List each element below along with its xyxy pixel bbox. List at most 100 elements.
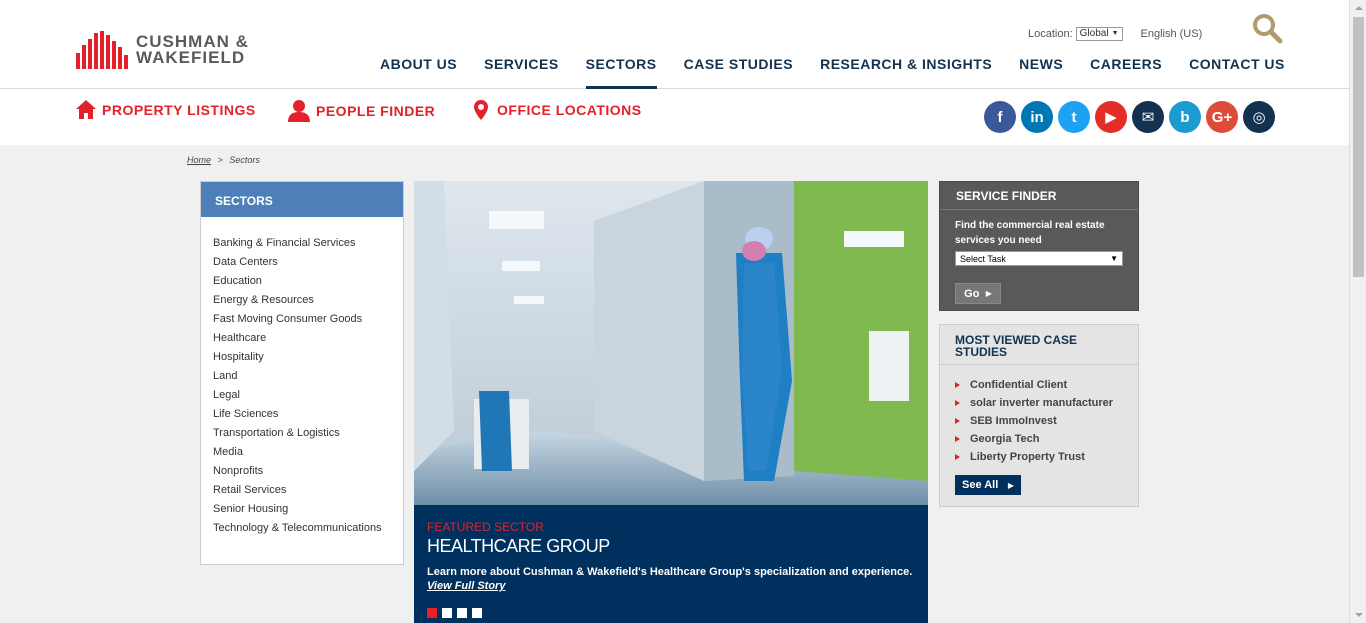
email-icon[interactable]: ✉ (1132, 101, 1164, 133)
utility-bar: Location: Global ▼ English (US) (1028, 27, 1202, 41)
nav-item-news[interactable]: NEWS (1019, 55, 1063, 89)
see-all-label: See All (962, 479, 999, 491)
feature-description: Learn more about Cushman & Wakefield's H… (427, 566, 913, 578)
go-button[interactable]: Go ▶ (955, 283, 1001, 304)
main-nav: ABOUT US SERVICES SECTORS CASE STUDIES RESEA… (380, 55, 1312, 89)
person-icon (288, 100, 310, 122)
google-plus-icon[interactable]: G+ (1206, 101, 1238, 133)
twitter-icon[interactable]: t (1058, 101, 1090, 133)
map-pin-icon (474, 100, 488, 120)
linkedin-icon[interactable]: in (1021, 101, 1053, 133)
go-label: Go (964, 287, 980, 300)
nav-item-careers[interactable]: CAREERS (1090, 55, 1162, 89)
office-locations-link[interactable]: OFFICE LOCATIONS (474, 100, 642, 120)
slide-dot[interactable] (472, 608, 482, 618)
case-study-link[interactable]: Georgia Tech (955, 430, 1123, 448)
nav-item-research-insights[interactable]: RESEARCH & INSIGHTS (820, 55, 992, 89)
instagram-icon[interactable]: ◎ (1243, 101, 1275, 133)
sector-link[interactable]: Banking & Financial Services (213, 237, 391, 256)
location-label: Location: (1028, 28, 1073, 40)
featured-sector: FEATURED SECTOR HEALTHCARE GROUP Learn m… (414, 181, 928, 623)
task-select[interactable]: Select Task ▼ (955, 251, 1123, 266)
social-links: f in t ▶ ✉ b G+ ◎ (984, 101, 1275, 133)
feature-caption: FEATURED SECTOR HEALTHCARE GROUP Learn m… (414, 505, 928, 623)
service-finder-subtitle: Find the commercial real estate services… (955, 220, 1105, 246)
bullet-arrow-icon (955, 436, 960, 442)
slide-dot[interactable] (427, 608, 437, 618)
chevron-down-icon: ▼ (1110, 254, 1118, 263)
case-study-link[interactable]: Liberty Property Trust (955, 448, 1123, 466)
case-study-label: Georgia Tech (970, 433, 1040, 445)
sector-link[interactable]: Senior Housing (213, 503, 391, 522)
case-study-link[interactable]: SEB ImmoInvest (955, 412, 1123, 430)
language-link[interactable]: English (US) (1141, 28, 1203, 40)
sector-link[interactable]: Hospitality (213, 351, 391, 370)
sector-link[interactable]: Education (213, 275, 391, 294)
scroll-up-arrow-icon[interactable] (1355, 6, 1363, 10)
sector-link[interactable]: Land (213, 370, 391, 389)
search-button[interactable] (1250, 12, 1284, 46)
bullet-arrow-icon (955, 400, 960, 406)
logo-mark-icon (76, 31, 128, 69)
nav-item-case-studies[interactable]: CASE STUDIES (684, 55, 793, 89)
search-icon (1253, 14, 1283, 44)
chevron-right-icon: ▶ (1007, 480, 1014, 490)
logo[interactable]: CUSHMAN & WAKEFIELD (76, 30, 249, 70)
slide-dot[interactable] (457, 608, 467, 618)
breadcrumb: Home > Sectors (187, 155, 260, 165)
chevron-right-icon: ▶ (985, 289, 992, 298)
location-value: Global (1079, 28, 1109, 39)
office-locations-label: OFFICE LOCATIONS (497, 102, 642, 118)
case-study-link[interactable]: solar inverter manufacturer (955, 394, 1123, 412)
case-study-label: SEB ImmoInvest (970, 415, 1057, 427)
sector-link[interactable]: Nonprofits (213, 465, 391, 484)
service-finder: SERVICE FINDER Find the commercial real … (939, 181, 1139, 311)
scrollbar-thumb[interactable] (1353, 17, 1364, 277)
most-viewed-list: Confidential Client solar inverter manufa… (940, 365, 1138, 466)
people-finder-label: PEOPLE FINDER (316, 103, 436, 119)
youtube-icon[interactable]: ▶ (1095, 101, 1127, 133)
case-study-link[interactable]: Confidential Client (955, 376, 1123, 394)
page-scrollbar[interactable] (1349, 0, 1366, 623)
nav-item-sectors[interactable]: SECTORS (585, 55, 657, 89)
bullet-arrow-icon (955, 418, 960, 424)
slide-pager (427, 608, 915, 618)
property-listings-label: PROPERTY LISTINGS (102, 101, 256, 118)
sector-link[interactable]: Technology & Telecommunications (213, 522, 391, 541)
bullet-arrow-icon (955, 454, 960, 460)
nav-item-contact-us[interactable]: CONTACT US (1189, 55, 1285, 89)
property-listings-link[interactable]: PROPERTY LISTINGS (76, 100, 256, 119)
slide-dot[interactable] (442, 608, 452, 618)
breadcrumb-home-link[interactable]: Home (187, 155, 211, 165)
home-icon (76, 100, 96, 119)
feature-kicker: FEATURED SECTOR (427, 520, 544, 534)
nav-item-services[interactable]: SERVICES (484, 55, 559, 89)
logo-line-2: WAKEFIELD (136, 48, 246, 67)
sector-link[interactable]: Data Centers (213, 256, 391, 275)
site-header: CUSHMAN & WAKEFIELD Location: Global ▼ E… (0, 0, 1349, 89)
service-finder-title: SERVICE FINDER (940, 189, 1138, 210)
sector-link[interactable]: Transportation & Logistics (213, 427, 391, 446)
hero-image[interactable] (414, 181, 928, 505)
blog-icon[interactable]: b (1169, 101, 1201, 133)
sector-link[interactable]: Retail Services (213, 484, 391, 503)
feature-title: HEALTHCARE GROUP (427, 536, 610, 556)
sector-link[interactable]: Energy & Resources (213, 294, 391, 313)
location-select[interactable]: Global ▼ (1075, 27, 1123, 41)
sector-link[interactable]: Healthcare (213, 332, 391, 351)
sector-link[interactable]: Fast Moving Consumer Goods (213, 313, 391, 332)
breadcrumb-current: Sectors (229, 155, 260, 165)
case-study-label: solar inverter manufacturer (970, 397, 1114, 409)
people-finder-link[interactable]: PEOPLE FINDER (288, 100, 435, 122)
sector-link[interactable]: Life Sciences (213, 408, 391, 427)
facebook-icon[interactable]: f (984, 101, 1016, 133)
sector-link[interactable]: Media (213, 446, 391, 465)
see-all-button[interactable]: See All ▶ (955, 475, 1021, 495)
sectors-list: Banking & Financial Services Data Centers… (201, 217, 403, 541)
sectors-panel: SECTORS Banking & Financial Services Data… (200, 181, 404, 565)
scroll-down-arrow-icon[interactable] (1355, 613, 1363, 617)
most-viewed-title: MOST VIEWED CASE STUDIES (940, 325, 1138, 365)
view-full-story-link[interactable]: View Full Story (427, 580, 915, 592)
nav-item-about-us[interactable]: ABOUT US (380, 55, 457, 89)
sector-link[interactable]: Legal (213, 389, 391, 408)
